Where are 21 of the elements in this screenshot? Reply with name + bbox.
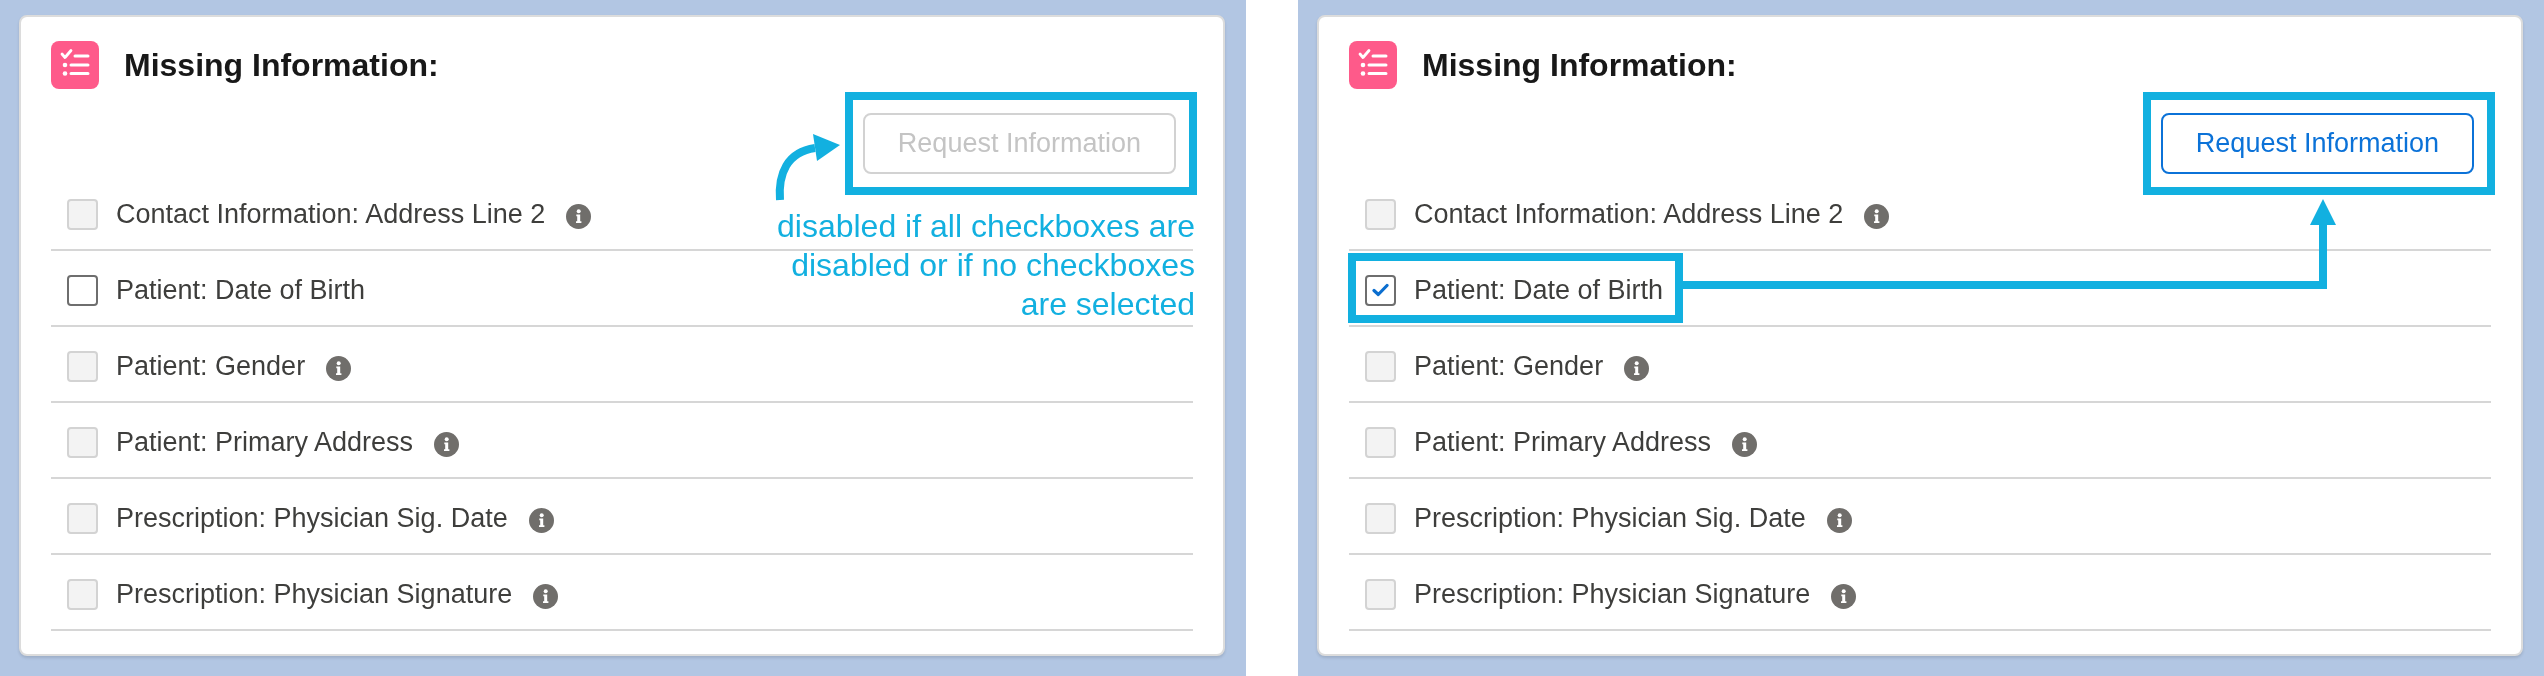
request-button[interactable]: Request Information xyxy=(2160,113,2474,174)
card-title: Missing Information: xyxy=(1422,46,1737,85)
checklist-icon xyxy=(1349,41,1397,89)
item-label: Prescription: Physician Sig. Date xyxy=(116,502,508,534)
item-label: Patient: Primary Address xyxy=(1414,426,1712,458)
annotation-note: disabled if all checkboxes are disabled or if no checkboxes are selected xyxy=(776,207,1195,324)
item-label: Prescription: Physician Sig. Date xyxy=(1414,502,1806,534)
item-label: Patient: Date of Birth xyxy=(116,274,366,306)
checklist-icon xyxy=(51,41,99,89)
item-label: Patient: Date of Birth xyxy=(1414,274,1664,306)
item-label: Prescription: Physician Signature xyxy=(1414,578,1811,610)
item-label: Patient: Gender xyxy=(1414,350,1604,382)
card-title: Missing Information: xyxy=(124,46,439,85)
checkbox[interactable] xyxy=(67,274,98,306)
item-label: Patient: Gender xyxy=(116,350,306,382)
item-label: Prescription: Physician Signature xyxy=(116,578,513,610)
item-label: Contact Information: Address Line 2 xyxy=(116,198,546,230)
check-icon xyxy=(1372,283,1389,297)
item-label: Contact Information: Address Line 2 xyxy=(1414,198,1844,230)
checkbox[interactable] xyxy=(1365,274,1396,306)
item-label: Patient: Primary Address xyxy=(116,426,414,458)
